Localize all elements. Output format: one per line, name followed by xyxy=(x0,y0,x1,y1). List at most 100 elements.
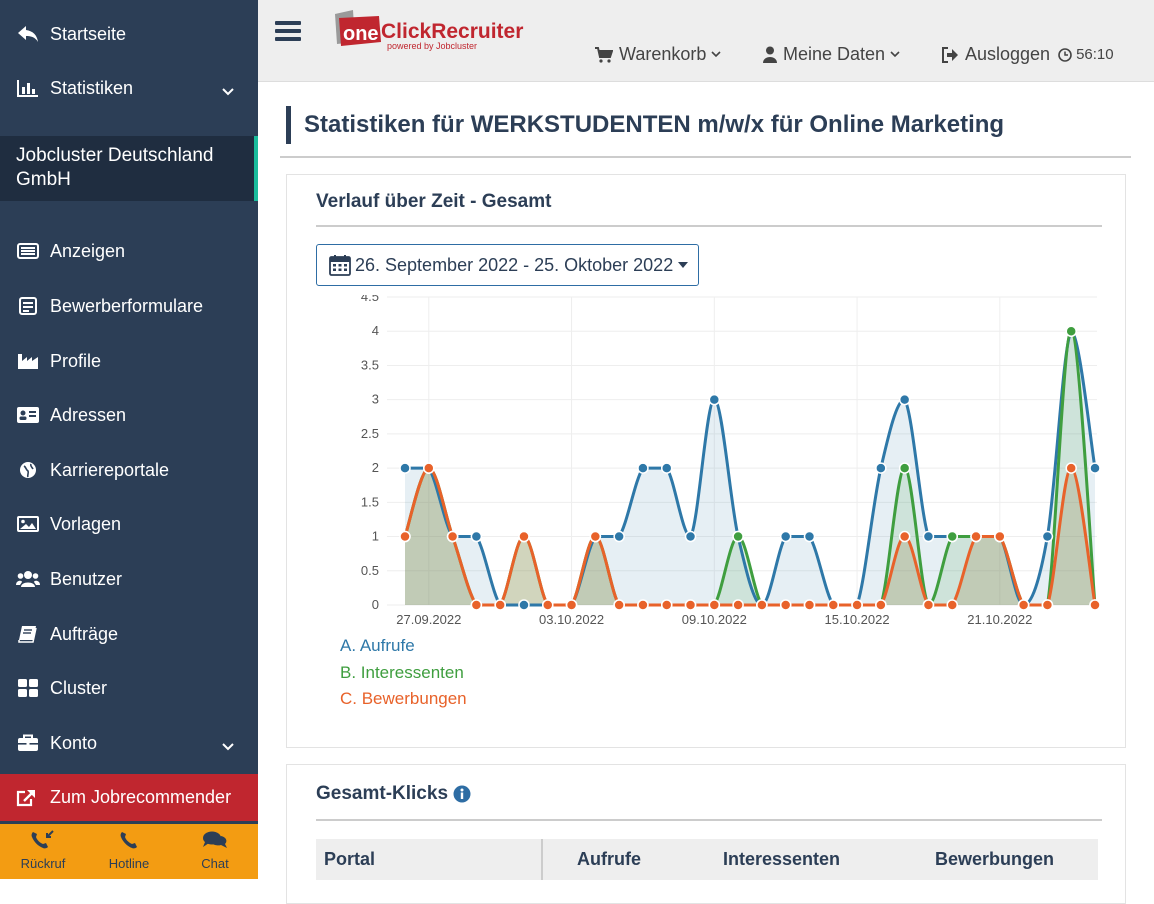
sidebar-item-anzeigen[interactable]: Anzeigen xyxy=(0,231,258,271)
data-point-aufrufe xyxy=(803,530,816,543)
card-divider xyxy=(316,225,1102,227)
caret-down-icon xyxy=(678,262,689,268)
logo-sub: powered by Jobcluster xyxy=(387,41,477,51)
clock-icon xyxy=(1058,47,1072,62)
form-icon xyxy=(16,296,40,316)
data-point-aufrufe xyxy=(922,530,935,543)
col-header-aufrufe[interactable]: Aufrufe xyxy=(577,849,641,870)
legend-item-interessenten[interactable]: B. Interessenten xyxy=(340,663,464,683)
briefcase-icon xyxy=(16,733,40,753)
sidebar-item-cluster[interactable]: Cluster xyxy=(0,668,258,708)
reply-icon xyxy=(16,24,40,44)
data-point-bewerbungen xyxy=(708,599,721,611)
date-range-label: 26. September 2022 - 25. Oktober 2022 xyxy=(355,254,674,275)
sidebar-item-adressen[interactable]: Adressen xyxy=(0,395,258,435)
users-icon xyxy=(16,569,40,589)
card-title-timeline: Verlauf über Zeit - Gesamt xyxy=(316,191,552,212)
data-point-bewerbungen xyxy=(779,599,792,611)
data-point-interessenten xyxy=(732,530,744,543)
date-range-picker[interactable]: 26. September 2022 - 25. Oktober 2022 xyxy=(316,244,699,286)
data-point-aufrufe xyxy=(1089,462,1101,474)
data-point-bewerbungen xyxy=(898,530,911,543)
card-title-total-clicks: Gesamt-Klicks xyxy=(316,783,471,805)
list-icon xyxy=(16,241,40,261)
bar-chart-icon xyxy=(16,78,40,98)
data-point-aufrufe xyxy=(898,393,911,406)
info-icon[interactable] xyxy=(453,785,471,803)
sidebar-item-konto[interactable]: Konto xyxy=(0,723,258,763)
cart-menu[interactable]: Warenkorb xyxy=(595,44,721,65)
hamburger-icon xyxy=(275,21,301,41)
col-header-portal[interactable]: Portal xyxy=(324,849,375,870)
data-point-aufrufe xyxy=(684,530,697,543)
sidebar-item-profile[interactable]: Profile xyxy=(0,341,258,381)
contact-bar: Rückruf Hotline Chat xyxy=(0,824,258,879)
sidebar-item-benutzer[interactable]: Benutzer xyxy=(0,559,258,599)
hotline-button[interactable]: Hotline xyxy=(86,824,172,879)
user-icon xyxy=(763,46,777,63)
sidebar-item-karriereportale[interactable]: Karriereportale xyxy=(0,450,258,490)
data-point-aufrufe xyxy=(660,462,673,474)
sidebar-item-auftraege[interactable]: Aufträge xyxy=(0,614,258,654)
data-point-bewerbungen xyxy=(970,530,982,543)
data-point-bewerbungen xyxy=(732,599,744,611)
sidebar-item-label: Profile xyxy=(50,350,102,371)
data-point-bewerbungen xyxy=(922,599,935,611)
timer-value: 56:10 xyxy=(1076,46,1114,63)
callback-button[interactable]: Rückruf xyxy=(0,824,86,879)
y-tick-label: 1 xyxy=(372,529,379,544)
card-title-text: Gesamt-Klicks xyxy=(316,783,449,804)
x-tick-label: 27.09.2022 xyxy=(396,612,461,627)
sidebar-item-vorlagen[interactable]: Vorlagen xyxy=(0,504,258,544)
y-tick-label: 4 xyxy=(372,323,379,338)
data-point-bewerbungen xyxy=(684,599,697,611)
shopping-cart-icon xyxy=(595,46,613,63)
col-header-bewerbungen[interactable]: Bewerbungen xyxy=(935,849,1054,870)
external-link-icon xyxy=(16,789,40,807)
data-point-bewerbungen xyxy=(1089,599,1101,611)
sidebar-item-label: Adressen xyxy=(50,404,127,425)
y-tick-label: 0.5 xyxy=(361,563,379,578)
y-tick-label: 1.5 xyxy=(361,494,379,509)
data-point-interessenten xyxy=(946,530,958,543)
y-tick-label: 2.5 xyxy=(361,426,379,441)
data-point-aufrufe xyxy=(399,462,411,474)
sidebar-item-label: Anzeigen xyxy=(50,240,126,261)
data-point-bewerbungen xyxy=(1065,462,1077,474)
sidebar-item-statistiken[interactable]: Statistiken xyxy=(0,68,258,108)
main-content: Statistiken für WERKSTUDENTEN m/w/x für … xyxy=(258,82,1154,904)
x-tick-label: 21.10.2022 xyxy=(967,612,1032,627)
sign-out-icon xyxy=(942,46,958,63)
y-tick-label: 3 xyxy=(372,392,379,407)
data-point-bewerbungen xyxy=(613,599,625,611)
logo[interactable]: one ClickRecruiter powered by Jobcluster xyxy=(331,8,531,61)
menu-toggle-button[interactable] xyxy=(275,20,301,47)
legend-item-aufrufe[interactable]: A. Aufrufe xyxy=(340,636,415,656)
legend-item-bewerbungen[interactable]: C. Bewerbungen xyxy=(340,689,467,709)
sidebar-item-bewerberformulare[interactable]: Bewerberformulare xyxy=(0,286,258,326)
chat-button[interactable]: Chat xyxy=(172,824,258,879)
book-icon xyxy=(16,624,40,644)
sidebar-item-label: Startseite xyxy=(50,23,127,44)
sidebar-item-startseite[interactable]: Startseite xyxy=(0,14,258,54)
data-point-bewerbungen xyxy=(1041,599,1054,611)
session-timer: 56:10 xyxy=(1058,46,1114,63)
mydata-label: Meine Daten xyxy=(783,44,886,64)
data-point-aufrufe xyxy=(1041,530,1054,543)
data-point-aufrufe xyxy=(875,462,887,474)
data-point-bewerbungen xyxy=(542,599,554,611)
jobrecommender-link[interactable]: Zum Jobrecommender xyxy=(0,774,258,821)
table-header-row: Portal Aufrufe Interessenten Bewerbungen xyxy=(316,839,1098,880)
col-header-interessenten[interactable]: Interessenten xyxy=(723,849,840,870)
y-tick-label: 4.5 xyxy=(361,295,379,304)
mydata-menu[interactable]: Meine Daten xyxy=(763,44,900,65)
data-point-bewerbungen xyxy=(637,599,649,611)
sidebar: Startseite Statistiken Jobcluster Deutsc… xyxy=(0,0,258,879)
data-point-bewerbungen xyxy=(946,599,958,611)
page-title: Statistiken für WERKSTUDENTEN m/w/x für … xyxy=(286,106,1004,144)
chevron-down-icon xyxy=(222,80,234,101)
sidebar-item-label: Aufträge xyxy=(50,623,119,644)
column-divider xyxy=(541,839,543,880)
total-clicks-card: Gesamt-Klicks Portal Aufrufe Interessent… xyxy=(286,764,1126,904)
logout-button[interactable]: Ausloggen 56:10 xyxy=(941,44,1114,65)
